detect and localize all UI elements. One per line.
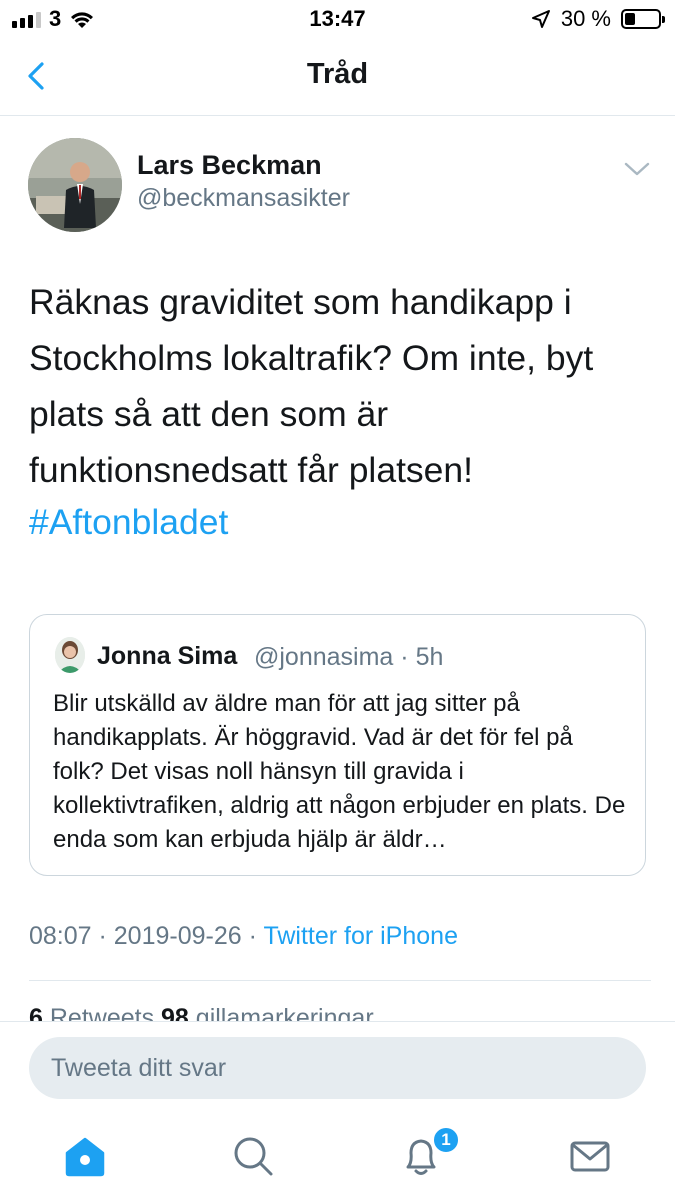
envelope-icon[interactable] bbox=[567, 1133, 613, 1179]
page-title: Tråd bbox=[306, 58, 369, 90]
quoted-author-meta: @jonnasima · 5h bbox=[254, 643, 444, 671]
quoted-author-avatar bbox=[55, 637, 85, 673]
divider bbox=[29, 980, 651, 981]
battery-fill bbox=[625, 13, 635, 25]
hashtag-link[interactable]: #Aftonbladet bbox=[29, 498, 228, 546]
battery-icon bbox=[621, 9, 665, 29]
quoted-author-handle: @jonnasima bbox=[254, 643, 394, 671]
tweet-timestamp: 08:07 · 2019-09-26 · Twitter for iPhone bbox=[29, 922, 458, 950]
author-avatar[interactable] bbox=[28, 138, 122, 232]
like-label[interactable]: gillamarkeringar bbox=[196, 1004, 374, 1022]
tweet-time: 08:07 bbox=[29, 922, 92, 950]
chevron-down-icon[interactable] bbox=[622, 158, 652, 180]
tweet-date: 2019-09-26 bbox=[113, 922, 242, 950]
nav-bar: Tråd bbox=[0, 38, 675, 116]
like-count[interactable]: 98 bbox=[161, 1004, 189, 1022]
author-handle[interactable]: @beckmansasikter bbox=[137, 184, 350, 213]
author-name[interactable]: Lars Beckman bbox=[137, 150, 322, 181]
quoted-tweet-text: Blir utskälld av äldre man för att jag s… bbox=[53, 690, 626, 853]
status-right: 30 % bbox=[531, 6, 665, 32]
tweet-source-link[interactable]: Twitter for iPhone bbox=[263, 922, 458, 950]
tweet-text: Räknas graviditet som handikapp i Stockh… bbox=[29, 282, 594, 490]
battery-percent: 30 % bbox=[560, 6, 611, 31]
tweet-stats: 6 Retweets 98 gillamarkeringar bbox=[29, 1004, 374, 1022]
search-icon[interactable] bbox=[230, 1133, 276, 1179]
retweet-label[interactable]: Retweets bbox=[50, 1004, 154, 1022]
location-arrow-icon bbox=[531, 10, 550, 28]
tab-bar bbox=[0, 1113, 675, 1200]
quoted-author-name: Jonna Sima bbox=[97, 642, 238, 670]
home-icon[interactable] bbox=[62, 1133, 108, 1179]
quoted-tweet-age: 5h bbox=[415, 643, 444, 671]
status-bar: 3 13:47 30 % bbox=[0, 0, 675, 38]
reply-input[interactable] bbox=[29, 1037, 646, 1099]
quoted-tweet[interactable]: Jonna Sima @jonnasima · 5h Blir utskälld… bbox=[29, 614, 646, 876]
retweet-count[interactable]: 6 bbox=[29, 1004, 43, 1022]
reply-bar bbox=[0, 1021, 675, 1113]
notification-badge: 1 bbox=[432, 1126, 460, 1154]
